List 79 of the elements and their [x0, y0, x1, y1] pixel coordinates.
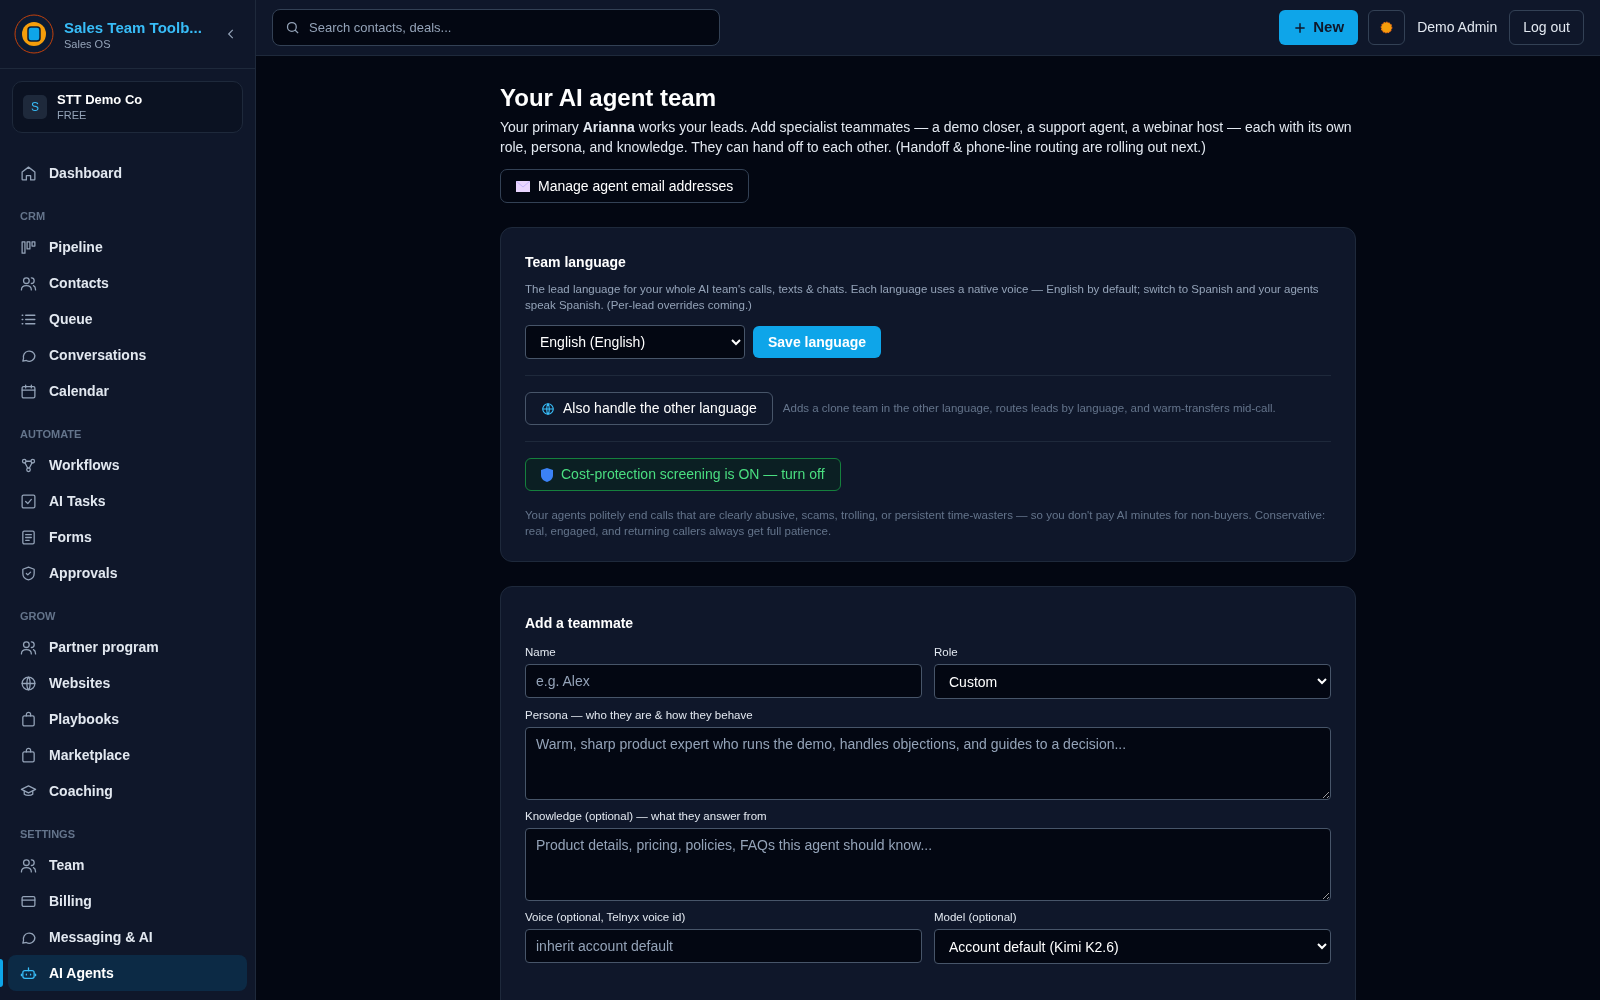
user-name: Demo Admin	[1416, 18, 1499, 37]
workspace-avatar: S	[23, 95, 47, 119]
input-field[interactable]: e.g. Alex	[525, 664, 922, 698]
nav-item[interactable]: Conversations	[8, 337, 247, 373]
envelope-icon	[516, 180, 530, 192]
new-button[interactable]: New	[1279, 10, 1359, 45]
other-language-button[interactable]: Also handle the other language	[525, 392, 773, 425]
nav-item[interactable]: Partner program	[8, 629, 247, 665]
screening-description: Your agents politely end calls that are clearly abusive, scams, trolling, or persistent time-wasters — so you don't pay AI minutes for non-buyers. Conservative: real, engaged, and returning callers always get full patience.	[525, 508, 1327, 539]
email-button[interactable]: Manage agent email addresses	[500, 169, 750, 203]
logout-button[interactable]: Log out	[1509, 10, 1584, 45]
nav-item[interactable]: Pipeline	[8, 229, 247, 265]
nav-item[interactable]: Billing	[8, 883, 247, 919]
nav-item[interactable]: Websites	[8, 665, 247, 701]
field-label: Name	[525, 645, 557, 660]
search-icon	[285, 20, 300, 35]
text-area[interactable]: Product details, pricing, policies, FAQs this agent should know...	[525, 828, 1331, 901]
bag-icon	[20, 710, 37, 728]
globe-icon	[20, 674, 37, 692]
card-title: Team language	[525, 253, 627, 272]
card-description: The lead language for your whole AI team's calls, texts & chats. Each language uses a native voice — English by default; switch to Spanish and your agents speak Spanish. (Per-lead overrides coming.)	[525, 282, 1320, 313]
input-field[interactable]: inherit account default	[525, 929, 922, 963]
nav-item[interactable]: Playbooks	[8, 701, 247, 737]
select-field[interactable]: Custom	[934, 664, 1331, 699]
language-select[interactable]: English (English)	[525, 325, 745, 359]
text-area[interactable]: Warm, sharp product expert who runs the demo, handles objections, and guides to a decision...	[525, 727, 1331, 800]
people-icon	[20, 274, 37, 292]
globe-icon	[541, 401, 555, 416]
nav-item[interactable]: AI Agents	[8, 955, 247, 991]
nav-item[interactable]: Queue	[8, 301, 247, 337]
calendar-icon	[20, 382, 37, 400]
nav-item[interactable]: Forms	[8, 519, 247, 555]
nav-item[interactable]: Approvals	[8, 555, 247, 591]
workspace-name: STT Demo Co	[57, 92, 143, 108]
section-heading: AUTOMATE	[19, 427, 83, 442]
nav-item[interactable]: Dashboard	[8, 155, 247, 191]
nav-item[interactable]: Calendar	[8, 373, 247, 409]
field-label: Knowledge (optional) — what they answer from	[525, 809, 768, 824]
nav-item[interactable]: Marketplace	[8, 737, 247, 773]
active-indicator	[0, 959, 3, 987]
section-heading: CRM	[19, 209, 47, 224]
house-icon	[20, 164, 37, 182]
section-heading: SETTINGS	[19, 827, 76, 842]
checkbox-icon	[20, 492, 37, 510]
people-icon	[20, 638, 37, 656]
field-label: Model (optional)	[934, 910, 1018, 925]
nav-item[interactable]: Workflows	[8, 447, 247, 483]
plus-icon	[1293, 20, 1308, 35]
nav-item[interactable]: Coaching	[8, 773, 247, 809]
nodes-icon	[20, 456, 37, 474]
document-icon	[20, 528, 37, 546]
shield-icon	[20, 564, 37, 582]
search-field[interactable]: Search contacts, deals...	[272, 9, 720, 46]
nav-item[interactable]: AI Tasks	[8, 483, 247, 519]
select-field[interactable]: Account default (Kimi K2.6)	[934, 929, 1331, 964]
screening-toggle-button[interactable]: Cost-protection screening is ON — turn off	[525, 458, 841, 491]
logo-icon	[14, 14, 54, 54]
brand-title: Sales Team Toolb...	[64, 17, 203, 37]
hint-text: Adds a clone team in the other language, routes leads by language, and warm-transfers mid-call.	[782, 400, 1276, 416]
page-title: Your AI agent team	[500, 83, 718, 113]
columns-icon	[20, 238, 37, 256]
nav-item[interactable]: Team	[8, 847, 247, 883]
workspace-card[interactable]: S STT Demo Co FREE	[12, 81, 243, 133]
shield-icon	[541, 467, 553, 482]
nav-item[interactable]: Messaging & AI	[8, 919, 247, 955]
sun-icon	[1379, 20, 1395, 35]
brand-subtitle: Sales OS	[64, 36, 112, 51]
intro-text: Your primary Arianna works your leads. Add specialist teammates — a demo closer, a support agent, a webinar host — each with its own role, persona, and knowledge. They can hand off to each other. (Handoff & phone-line routing are rolling out next.)	[500, 118, 1353, 157]
field-label: Role	[934, 645, 959, 660]
field-label: Voice (optional, Telnyx voice id)	[525, 910, 687, 925]
theme-toggle-button[interactable]	[1368, 10, 1406, 45]
field-label: Persona — who they are & how they behave	[525, 708, 754, 723]
workspace-plan: FREE	[57, 108, 88, 122]
people-icon	[20, 856, 37, 874]
robot-icon	[20, 964, 37, 982]
card-title: Add a teammate	[525, 614, 635, 633]
bag-icon	[20, 746, 37, 764]
section-heading: GROW	[19, 609, 57, 624]
nav-item[interactable]: Contacts	[8, 265, 247, 301]
